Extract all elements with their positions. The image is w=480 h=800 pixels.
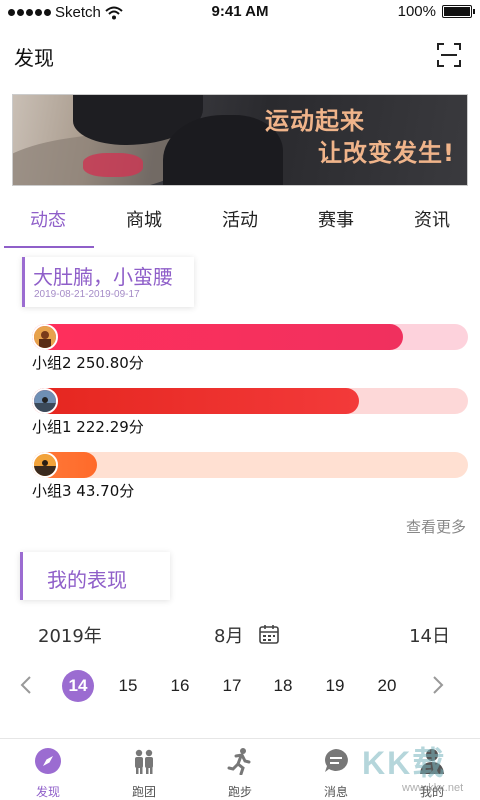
- promo-banner[interactable]: 运动起来 让改变发生!: [12, 94, 468, 186]
- banner-line-2: 让改变发生!: [318, 139, 455, 167]
- battery-percent: 100%: [397, 3, 436, 20]
- tabbar-run[interactable]: 跑步: [192, 739, 288, 800]
- watermark-url: www.kkx.net: [402, 782, 464, 794]
- watermark-text: KK载: [362, 745, 447, 781]
- ranking-label: 小组2 250.80分: [32, 354, 144, 372]
- day-item[interactable]: 18: [267, 670, 299, 702]
- chat-icon: [325, 749, 348, 772]
- banner-text: 运动起来 让改变发生!: [265, 105, 455, 169]
- day-item[interactable]: 20: [371, 670, 403, 702]
- day-item[interactable]: 19: [319, 670, 351, 702]
- tab-dynamics[interactable]: 动态: [0, 206, 96, 232]
- tabbar-discover[interactable]: 发现: [0, 739, 96, 800]
- day-item[interactable]: 15: [112, 670, 144, 702]
- day-item[interactable]: 17: [216, 670, 248, 702]
- performance-title: 我的表现: [47, 568, 127, 592]
- day-item[interactable]: 16: [164, 670, 196, 702]
- competition-date-range: 2019-08-21-2019-09-17: [34, 289, 140, 300]
- runner-icon: [227, 748, 251, 775]
- tab-mall[interactable]: 商城: [96, 206, 192, 232]
- tab-news[interactable]: 资讯: [384, 206, 480, 232]
- tabbar-label: 跑团: [131, 785, 156, 799]
- year-label[interactable]: 2019年: [38, 622, 102, 648]
- group-icon: [135, 749, 153, 774]
- tab-events[interactable]: 活动: [192, 206, 288, 232]
- day-label[interactable]: 14日: [409, 622, 450, 648]
- ranking-label: 小组1 222.29分: [32, 418, 144, 436]
- month-label[interactable]: 8月: [214, 622, 243, 648]
- tabbar-group[interactable]: 跑团: [96, 739, 192, 800]
- chevron-left-icon[interactable]: [18, 674, 34, 696]
- view-more-link[interactable]: 查看更多: [406, 516, 466, 537]
- page-title: 发现: [14, 46, 54, 70]
- calendar-icon[interactable]: [258, 623, 280, 645]
- day-item[interactable]: 14: [62, 670, 94, 702]
- status-bar: Sketch 9:41 AM 100%: [0, 0, 480, 26]
- watermark-logo: KK载 www.kkx.net: [362, 738, 463, 794]
- scan-icon[interactable]: [436, 42, 462, 68]
- ranking-bar: [32, 388, 359, 414]
- compass-icon: [35, 748, 61, 774]
- chevron-right-icon[interactable]: [430, 674, 446, 696]
- team-avatar: [32, 388, 58, 414]
- tab-competitions[interactable]: 赛事: [288, 206, 384, 232]
- banner-line-1: 运动起来: [265, 107, 365, 135]
- team-avatar: [32, 452, 58, 478]
- category-tabs: 动态 商城 活动 赛事 资讯: [0, 196, 480, 248]
- date-selector: 2019年 8月 14日: [0, 622, 480, 648]
- ranking-bar: [32, 324, 403, 350]
- nav-bar: 发现: [0, 28, 480, 84]
- battery-icon: [442, 5, 475, 18]
- performance-header: 我的表现: [20, 552, 170, 600]
- tabbar-label: 发现: [35, 785, 60, 799]
- tabbar-label: 跑步: [227, 785, 252, 799]
- competition-header[interactable]: 大肚腩，小蛮腰 2019-08-21-2019-09-17: [22, 257, 194, 307]
- ranking-track: [32, 452, 468, 478]
- active-tab-indicator: [4, 246, 94, 248]
- week-strip: 14 15 16 17 18 19 20: [0, 668, 480, 704]
- competition-title: 大肚腩，小蛮腰: [33, 265, 173, 289]
- tabbar-label: 消息: [323, 785, 348, 799]
- ranking-label: 小组3 43.70分: [32, 482, 135, 500]
- battery-info: 100%: [397, 3, 475, 20]
- team-avatar: [32, 324, 58, 350]
